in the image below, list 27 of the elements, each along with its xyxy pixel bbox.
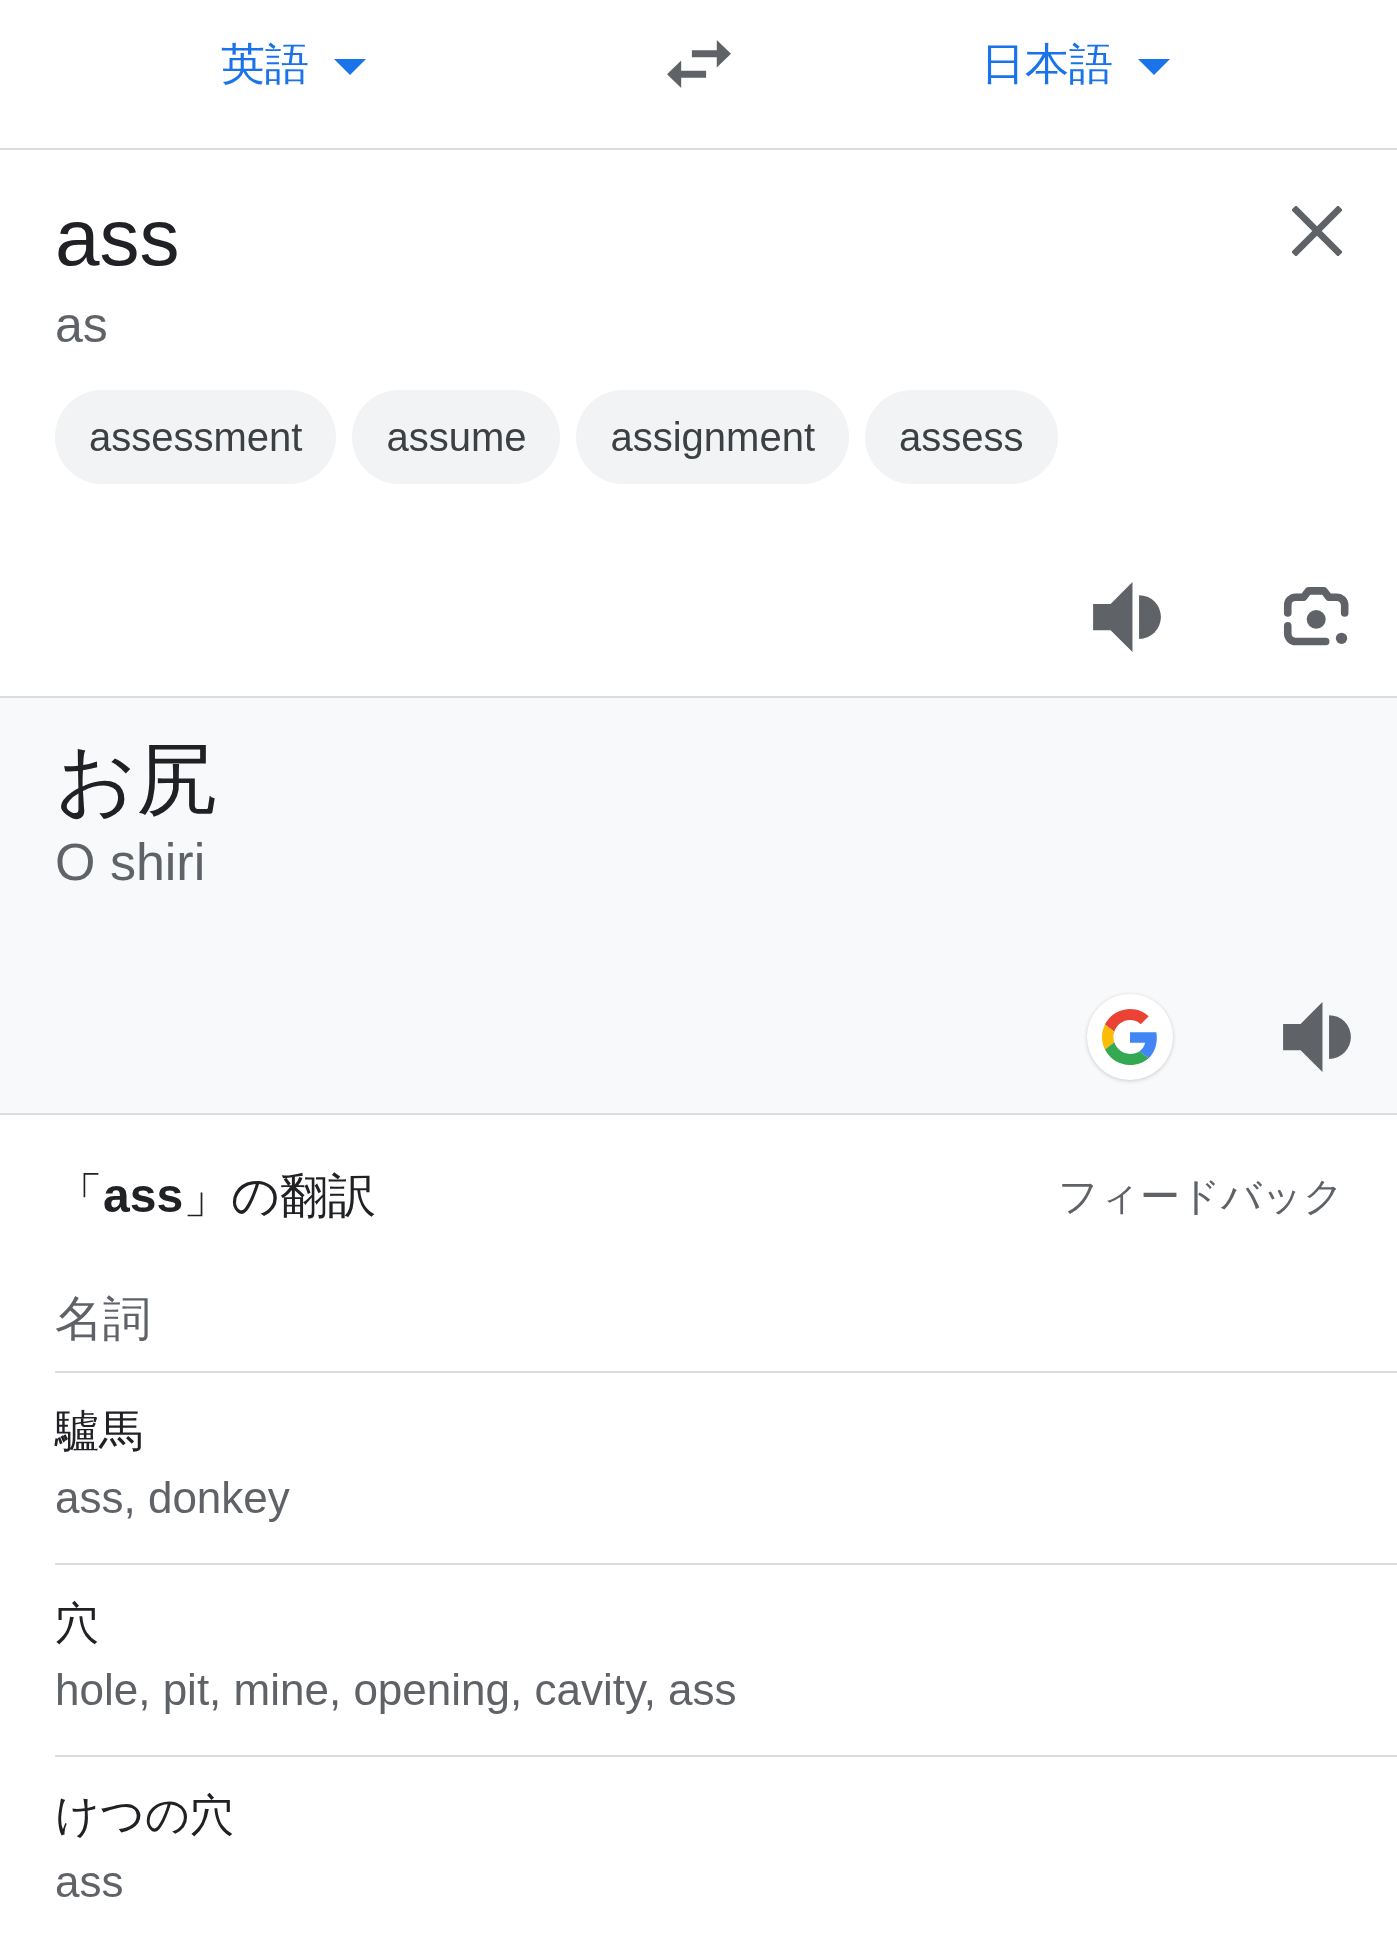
dictionary-term: 驢馬 [55, 1405, 144, 1457]
caret-icon [334, 59, 366, 75]
google-logo-icon[interactable] [1087, 994, 1173, 1080]
caret-icon [1137, 59, 1170, 75]
source-language-button[interactable]: 英語 [221, 37, 366, 91]
input-text[interactable]: ass [55, 190, 180, 286]
dictionary-title: 「ass」の翻訳 [55, 1168, 377, 1224]
transliteration-text: as [55, 296, 109, 355]
dictionary-term: けつの穴 [55, 1789, 235, 1841]
part-of-speech-label: 名詞 [55, 1290, 1397, 1373]
speaker-icon[interactable] [1283, 1002, 1351, 1072]
translation-transliteration-text: O shiri [55, 832, 207, 893]
suggestion-chip[interactable]: assume [352, 390, 561, 484]
feedback-link[interactable]: フィードバック [1058, 1171, 1344, 1221]
translation-text: お尻 [55, 734, 218, 826]
dictionary-meanings: hole, pit, mine, opening, cavity, ass [55, 1664, 738, 1716]
target-language-button[interactable]: 日本語 [980, 37, 1170, 91]
swap-icon[interactable] [666, 40, 731, 88]
dictionary-term: 穴 [55, 1597, 100, 1649]
camera-icon[interactable] [1283, 586, 1351, 648]
dictionary-meanings: ass [55, 1856, 125, 1908]
close-icon[interactable] [1292, 206, 1342, 256]
dictionary-meanings: ass, donkey [55, 1472, 291, 1524]
suggestion-chip[interactable]: assessment [55, 390, 337, 484]
speaker-icon[interactable] [1093, 582, 1161, 652]
suggestion-chip[interactable]: assess [865, 390, 1058, 484]
suggestion-chip[interactable]: assignment [576, 390, 850, 484]
